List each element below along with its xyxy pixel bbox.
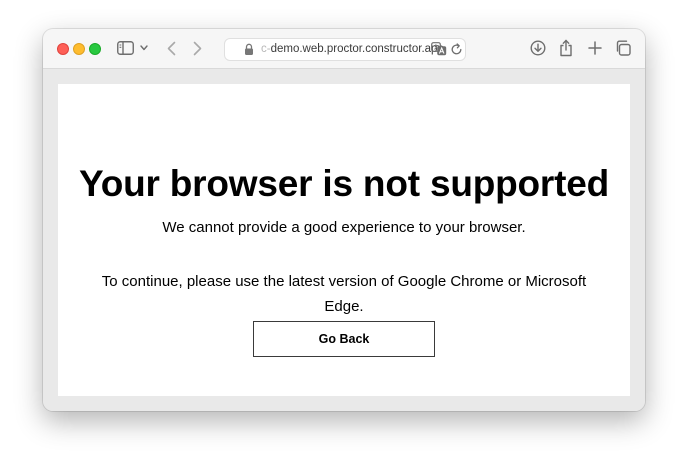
go-back-button[interactable]: Go Back	[253, 321, 435, 357]
tabs-icon[interactable]	[614, 39, 632, 57]
url-domain: demo.web.proctor.constructor.app	[270, 43, 444, 55]
sidebar-icon[interactable]	[115, 39, 135, 57]
unsupported-browser-card: Your browser is not supported We cannot …	[58, 84, 630, 396]
zoom-window-button[interactable]	[89, 43, 101, 55]
minimize-window-button[interactable]	[73, 43, 85, 55]
plus-icon[interactable]	[586, 39, 604, 57]
chevron-right-icon[interactable]	[189, 39, 205, 57]
page-subtitle: We cannot provide a good experience to y…	[162, 219, 526, 236]
browser-window: c-demo.web.proctor.constructor.app Your …	[43, 29, 645, 411]
reload-icon[interactable]	[450, 43, 463, 56]
page-viewport: Your browser is not supported We cannot …	[43, 69, 645, 411]
lock-icon	[244, 43, 256, 56]
chevron-left-icon[interactable]	[163, 39, 179, 57]
share-icon[interactable]	[558, 38, 574, 57]
download-icon[interactable]	[529, 39, 547, 57]
url-prefix: c-	[261, 43, 271, 55]
browser-toolbar: c-demo.web.proctor.constructor.app	[43, 29, 645, 69]
page-title: Your browser is not supported	[78, 163, 610, 204]
url-text: c-demo.web.proctor.constructor.app	[261, 42, 444, 57]
address-bar[interactable]: c-demo.web.proctor.constructor.app	[224, 38, 466, 61]
chevron-down-icon[interactable]	[139, 41, 149, 55]
close-window-button[interactable]	[57, 43, 69, 55]
translate-icon[interactable]	[431, 42, 447, 57]
page-instruction: To continue, please use the latest versi…	[101, 273, 587, 315]
